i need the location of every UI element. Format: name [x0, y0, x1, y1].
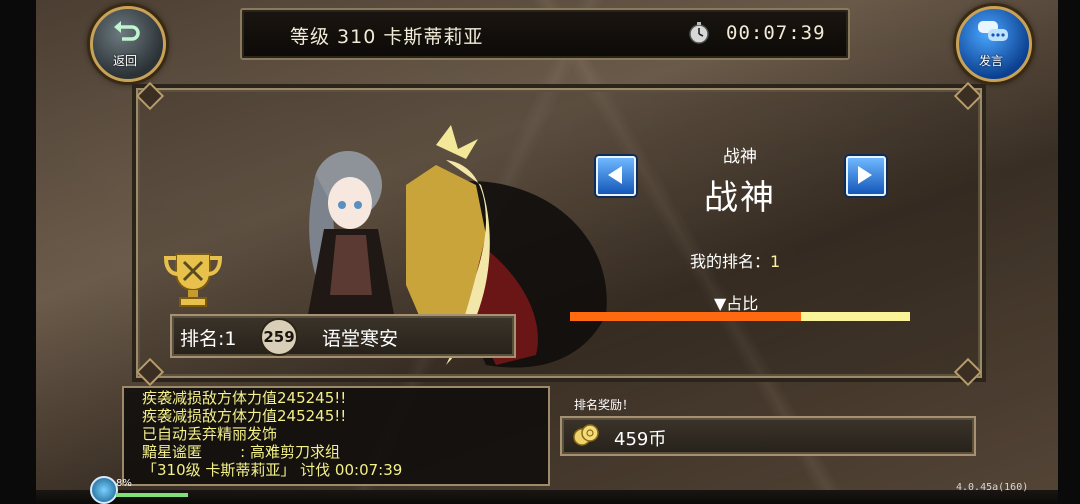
triangle-left-icon [608, 166, 622, 184]
my-rank: 我的排名：1 [690, 248, 780, 272]
right-screen-edge [1058, 0, 1080, 504]
back-button-label: 返回 [112, 54, 137, 68]
chat-line: 黯星谧匿 : 高难剪刀求组 [142, 443, 340, 461]
chat-line: 疾袭减损敌方体力值245245!! [142, 407, 347, 425]
version-label: 4.0.45a(160) [956, 482, 1029, 493]
my-rank-label: 我的排名： [690, 252, 771, 271]
ratio-bar [570, 312, 910, 321]
reward-amount: 459币 [614, 429, 667, 450]
category-title-small: 战神 [723, 147, 757, 167]
return-arrow-icon [114, 21, 140, 41]
speak-button-ring [956, 6, 1032, 82]
left-screen-edge [0, 0, 36, 504]
top-player-plate[interactable]: 排名:1 259 语堂寒安 [170, 314, 516, 358]
back-button-ring [90, 6, 166, 82]
bottom-status-strip [36, 490, 1058, 504]
next-category-button[interactable] [846, 156, 886, 196]
battle-chat-log[interactable]: 疾袭减损敌方体力值245245!! 疾袭减损敌方体力值245245!! 已自动丢… [122, 386, 550, 486]
back-button[interactable]: 返回 [84, 4, 166, 84]
reward-label: 排名奖励！ [574, 398, 635, 412]
battery-percent: 8% [116, 478, 132, 489]
level-title: 等级 310 卡斯蒂莉亚 [290, 26, 484, 48]
player-level-badge: 259 [260, 318, 298, 356]
category-title: 战神 [704, 178, 776, 218]
elapsed-timer: 00:07:39 [726, 22, 826, 44]
prev-category-button[interactable] [596, 156, 636, 196]
trophy-icon [163, 253, 223, 307]
top-player-rank: 排名:1 [180, 328, 237, 350]
battery-orb-icon [90, 476, 118, 504]
chat-line: 已自动丢弃精丽发饰 [142, 425, 278, 443]
speak-button-label: 发言 [978, 54, 1003, 68]
battery-bar [116, 493, 188, 497]
chat-line: 「310级 卡斯蒂莉亚」 讨伐 00:07:39 [142, 461, 403, 479]
stopwatch-icon [689, 22, 709, 44]
triangle-right-icon [858, 166, 872, 184]
speak-button[interactable]: 发言 [950, 4, 1032, 84]
chat-bubble-icon [978, 21, 1008, 41]
top-player-name: 语堂寒安 [322, 328, 399, 350]
ratio-label: ▼占比 [714, 294, 759, 313]
chat-line: 疾袭减损敌方体力值245245!! [142, 389, 347, 407]
ratio-bar-fill [570, 312, 802, 321]
coins-icon [573, 424, 599, 446]
my-rank-value: 1 [770, 252, 781, 271]
title-bar: 等级 310 卡斯蒂莉亚 00:07:39 [240, 8, 850, 60]
reward-plate: 459币 [560, 416, 976, 456]
